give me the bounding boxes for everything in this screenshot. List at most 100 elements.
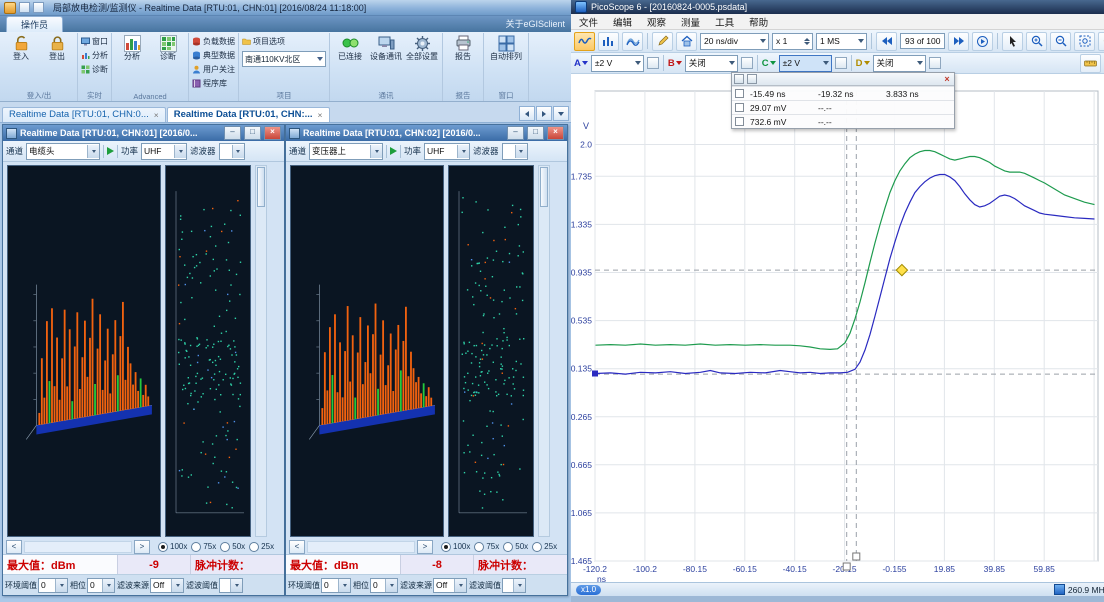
3d-spectrum-plot[interactable] bbox=[290, 165, 444, 537]
user-focus-item[interactable]: 用户关注 bbox=[192, 63, 235, 76]
menu-view[interactable]: 观察 bbox=[647, 15, 666, 29]
picoscope-titlebar[interactable]: PicoScope 6 - [20160824-0005.psdata] bbox=[571, 0, 1104, 14]
zoom-radio-50x[interactable] bbox=[503, 542, 513, 552]
maximize-button[interactable]: □ bbox=[527, 126, 544, 140]
ruler-overlay-close-button[interactable]: × bbox=[942, 74, 952, 84]
channel-select[interactable]: 电缆头 bbox=[26, 143, 100, 160]
big-analysis-button[interactable]: 分析 bbox=[115, 35, 149, 61]
ruler-handle-icon-2[interactable] bbox=[747, 74, 757, 84]
env-threshold-select[interactable]: 0 bbox=[38, 578, 68, 593]
scroll-right-button[interactable]: > bbox=[417, 540, 433, 554]
about-egisclient-link[interactable]: 关于eGISclient bbox=[505, 17, 565, 31]
analysis-menu-item[interactable]: 分析 bbox=[81, 49, 108, 62]
device-comm-button[interactable]: 设备通讯 bbox=[369, 35, 403, 61]
zoom-factor-badge[interactable]: x1.0 bbox=[576, 585, 601, 595]
scroll-left-button[interactable]: < bbox=[6, 540, 22, 554]
menu-file[interactable]: 文件 bbox=[579, 15, 598, 29]
buffer-counter[interactable]: 93 of 100 bbox=[900, 33, 945, 49]
minimize-button[interactable]: – bbox=[507, 126, 524, 140]
samples-select[interactable]: 1 MS bbox=[816, 33, 867, 50]
quick-access-icon[interactable] bbox=[19, 2, 30, 13]
scope-view-button[interactable] bbox=[574, 32, 595, 51]
channel-a-range-select[interactable]: ±2 V bbox=[591, 55, 644, 72]
env-threshold-select[interactable]: 0 bbox=[321, 578, 351, 593]
scroll-right-button[interactable]: > bbox=[134, 540, 150, 554]
spinner-arrows-icon[interactable] bbox=[804, 38, 810, 45]
menu-tools[interactable]: 工具 bbox=[715, 15, 734, 29]
close-button[interactable]: × bbox=[264, 126, 281, 140]
channel-b-range-select[interactable]: 关闭 bbox=[685, 55, 738, 72]
project-select[interactable]: 南通110KV北区 bbox=[242, 51, 326, 67]
ruler-handle-icon[interactable] bbox=[734, 74, 744, 84]
login-button[interactable]: 登入 bbox=[4, 35, 38, 61]
menu-help[interactable]: 帮助 bbox=[749, 15, 768, 29]
checkbox-icon[interactable] bbox=[735, 117, 744, 126]
zoom-radio-25x[interactable] bbox=[532, 542, 542, 552]
channel-a-probe-icon[interactable] bbox=[647, 57, 659, 69]
maximize-button[interactable]: □ bbox=[244, 126, 261, 140]
left-app-titlebar[interactable]: 局部放电检测/监测仪 - Realtime Data [RTU:01, CHN:… bbox=[0, 0, 571, 16]
filter-threshold-select[interactable] bbox=[502, 578, 526, 593]
zoom-out-tool-button[interactable] bbox=[1050, 32, 1071, 51]
notes-button[interactable] bbox=[652, 32, 673, 51]
logout-button[interactable]: 登出 bbox=[40, 35, 74, 61]
report-button[interactable]: 报告 bbox=[446, 35, 480, 61]
persistence-view-button[interactable] bbox=[622, 32, 643, 51]
tab-scroll-left-button[interactable] bbox=[519, 106, 535, 121]
doc-tab-2-close[interactable]: × bbox=[318, 110, 323, 120]
connected-button[interactable]: 已连接 bbox=[333, 35, 367, 61]
big-diagnosis-button[interactable]: 诊断 bbox=[151, 35, 185, 61]
doc-tab-1-close[interactable]: × bbox=[154, 110, 159, 120]
scrollbar-thumb[interactable] bbox=[540, 167, 548, 207]
typical-data-item[interactable]: 典型数据 bbox=[192, 49, 235, 62]
diagnosis-menu-item[interactable]: 诊断 bbox=[81, 63, 108, 76]
child1-titlebar[interactable]: Realtime Data [RTU:01, CHN:01] [2016/0..… bbox=[3, 125, 284, 141]
zoom-radio-100x[interactable] bbox=[158, 542, 168, 552]
power-select[interactable]: UHF bbox=[424, 143, 470, 160]
ruler-values-overlay[interactable]: × -15.49 ns -19.32 ns 3.833 ns 29.07 mV … bbox=[731, 72, 955, 129]
scroll-left-button[interactable]: < bbox=[289, 540, 305, 554]
3d-spectrum-plot[interactable] bbox=[7, 165, 161, 537]
phase-select[interactable]: 0 bbox=[370, 578, 398, 593]
home-button[interactable] bbox=[676, 32, 697, 51]
window-menu-item[interactable]: 窗口 bbox=[81, 35, 108, 48]
phase-select[interactable]: 0 bbox=[87, 578, 115, 593]
filter-select[interactable] bbox=[502, 143, 528, 160]
ruler-overlay-header[interactable]: × bbox=[732, 73, 954, 86]
close-button[interactable]: × bbox=[547, 126, 564, 140]
program-library-item[interactable]: 程序库 bbox=[192, 77, 235, 90]
prev-buffer-button[interactable] bbox=[876, 32, 897, 51]
zoom-in-tool-button[interactable] bbox=[1026, 32, 1047, 51]
filter-source-select[interactable]: Off bbox=[433, 578, 467, 593]
horizontal-scrollbar[interactable] bbox=[307, 541, 415, 553]
child2-titlebar[interactable]: Realtime Data [RTU:01, CHN:02] [2016/0..… bbox=[286, 125, 567, 141]
tab-scroll-right-button[interactable] bbox=[536, 106, 552, 121]
quick-access-icon-2[interactable] bbox=[33, 2, 44, 13]
hand-tool-button[interactable] bbox=[1098, 32, 1104, 51]
menu-edit[interactable]: 编辑 bbox=[613, 15, 632, 29]
load-data-item[interactable]: 负载数据 bbox=[192, 35, 235, 48]
zoom-radio-75x[interactable] bbox=[474, 542, 484, 552]
minimize-button[interactable]: – bbox=[224, 126, 241, 140]
power-select[interactable]: UHF bbox=[141, 143, 187, 160]
zoom-spinner[interactable]: x 1 bbox=[772, 33, 813, 50]
channel-d-label[interactable]: D bbox=[856, 58, 870, 69]
zoom-radio-75x[interactable] bbox=[191, 542, 201, 552]
channel-d-probe-icon[interactable] bbox=[929, 57, 941, 69]
channel-c-label[interactable]: C bbox=[762, 58, 776, 69]
channel-b-label[interactable]: B bbox=[668, 58, 682, 69]
doc-tab-1[interactable]: Realtime Data [RTU:01, CHN:0... × bbox=[2, 107, 166, 122]
filter-threshold-select[interactable] bbox=[219, 578, 243, 593]
filter-select[interactable] bbox=[219, 143, 245, 160]
auto-arrange-button[interactable]: 自动排列 bbox=[487, 35, 525, 61]
timebase-select[interactable]: 20 ns/div bbox=[700, 33, 769, 50]
tab-operator[interactable]: 操作员 bbox=[6, 16, 63, 32]
horizontal-scrollbar[interactable] bbox=[24, 541, 132, 553]
run-button[interactable] bbox=[972, 32, 993, 51]
zoom-radio-50x[interactable] bbox=[220, 542, 230, 552]
vertical-scrollbar[interactable] bbox=[538, 165, 550, 537]
scope-plot-area[interactable]: -120.2-100.2-80.15-60.15-40.15-20.15-0.1… bbox=[571, 74, 1104, 586]
channel-a-label[interactable]: A bbox=[574, 58, 588, 69]
tab-list-button[interactable] bbox=[553, 106, 569, 121]
channel-d-range-select[interactable]: 关闭 bbox=[873, 55, 926, 72]
